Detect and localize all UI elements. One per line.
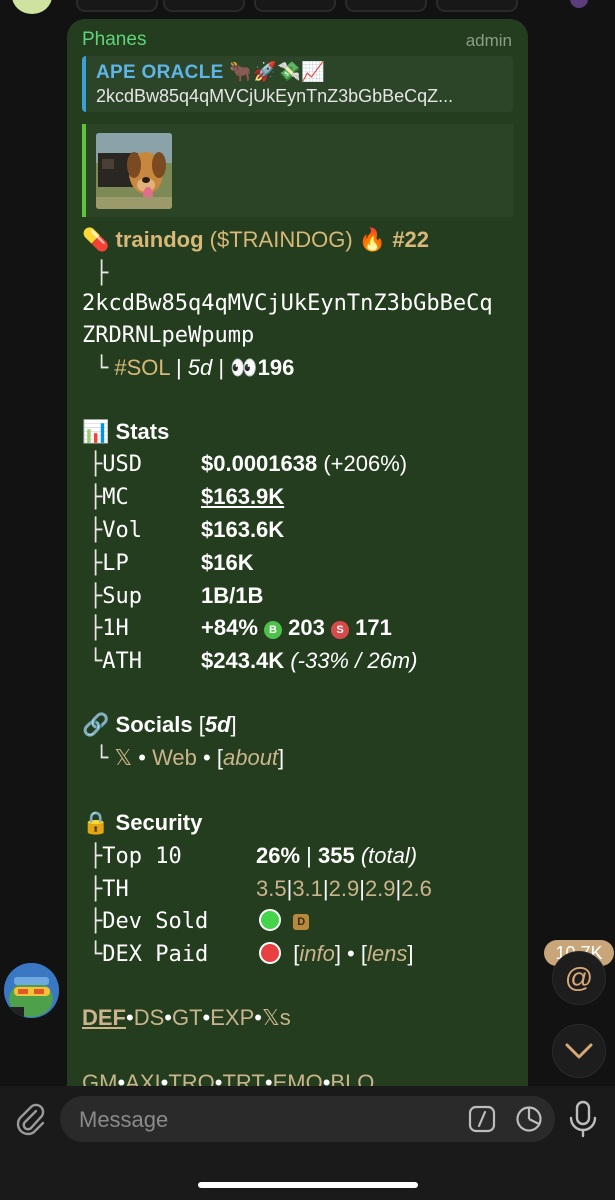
x-search-link[interactable]: 𝕏s	[262, 1005, 291, 1030]
tree-branch: └	[95, 356, 109, 381]
web-link[interactable]: Web	[152, 745, 197, 770]
stat-row-lp: ├LP	[89, 551, 129, 576]
security-row-top10: ├Top 10	[89, 844, 182, 869]
security-dex-paid-value: [info] • [lens]	[259, 941, 413, 967]
link-icon: 🔗	[82, 712, 110, 737]
stat-sup-value: 1B/1B	[201, 583, 264, 608]
security-top10-value: 26% | 355 (total)	[256, 843, 418, 868]
th-link[interactable]: 3.1	[292, 876, 323, 901]
tree-branch: ├	[95, 261, 109, 286]
security-th-values: 3.5|3.1|2.9|2.9|2.6	[256, 876, 432, 901]
message-bubble[interactable]: Phanes admin APE ORACLE 🐂🚀💸📈 2kcdBw85q4q…	[67, 19, 528, 1109]
chevron-down-icon	[565, 1043, 593, 1059]
red-circle-icon	[259, 942, 281, 964]
security-row-dev-sold: ├Dev Sold	[89, 909, 209, 934]
mention-button[interactable]: @	[552, 951, 606, 1005]
sender-avatar[interactable]	[4, 963, 59, 1018]
bot-commands-icon[interactable]	[468, 1105, 496, 1133]
token-address-line-2[interactable]: ZRDRNLpeWpump	[82, 323, 254, 348]
th-link[interactable]: 2.9	[329, 876, 360, 901]
stat-row-1h: ├1H	[89, 616, 129, 641]
reaction-pill[interactable]	[436, 0, 518, 12]
sells-count: 171	[355, 615, 392, 640]
stat-row-sup: ├Sup	[89, 584, 142, 609]
eyes-icon: 👀	[230, 355, 258, 380]
chain-tag-link[interactable]: #SOL	[114, 355, 169, 380]
buys-badge-icon: B	[264, 621, 283, 639]
token-age: 5d	[187, 355, 213, 380]
x-link[interactable]: 𝕏	[114, 745, 132, 770]
lock-icon: 🔒	[82, 810, 110, 835]
link-preview[interactable]	[82, 124, 513, 217]
stat-row-ath: └ATH	[89, 649, 142, 674]
token-meta: └ #SOL | 5d | 👀196	[95, 355, 295, 381]
buys-count: 203	[288, 615, 325, 640]
avatar[interactable]	[12, 0, 52, 14]
stat-1h-value: +84% B 203 S 171	[201, 615, 392, 640]
fire-icon: 🔥	[358, 227, 387, 252]
preview-thumbnail[interactable]	[96, 133, 172, 209]
security-dev-sold-value: D	[259, 908, 310, 934]
th-link[interactable]: 2.9	[365, 876, 396, 901]
def-link[interactable]: DEF	[82, 1005, 126, 1030]
reply-title: APE ORACLE 🐂🚀💸📈	[96, 62, 325, 83]
sender-role: admin	[465, 31, 512, 50]
info-link[interactable]: info	[299, 941, 334, 966]
lens-link[interactable]: lens	[367, 941, 407, 966]
token-ticker: ($TRAINDOG)	[209, 227, 353, 252]
message-input[interactable]: Message	[60, 1096, 555, 1142]
message-placeholder: Message	[79, 1107, 169, 1132]
stat-vol-value: $163.6K	[201, 517, 285, 542]
token-name-link[interactable]: traindog	[116, 227, 204, 252]
security-row-dex-paid: └DEX Paid	[89, 942, 209, 967]
message-composer: Message	[0, 1086, 615, 1200]
green-circle-icon	[259, 909, 281, 931]
at-icon: @	[564, 962, 594, 993]
exp-link[interactable]: EXP	[210, 1005, 254, 1030]
unread-dot	[570, 0, 588, 8]
stat-row-mc: ├MC	[89, 485, 129, 510]
token-rank: #22	[392, 227, 430, 252]
token-address-line-1[interactable]: 2kcdBw85q4qMVCjUkEynTnZ3bGbBeCq	[82, 291, 493, 316]
paperclip-icon[interactable]	[14, 1102, 48, 1136]
pill-icon: 💊	[82, 227, 110, 252]
th-link[interactable]: 2.6	[401, 876, 432, 901]
stat-ath-value: $243.4K (-33% / 26m)	[201, 648, 418, 673]
sticker-icon[interactable]	[515, 1105, 543, 1133]
socials-links: └ 𝕏 • Web • [about]	[95, 745, 285, 771]
stat-mc-link[interactable]: $163.9K	[201, 484, 284, 510]
bar-chart-icon: 📊	[82, 419, 110, 444]
top-strip	[0, 0, 615, 14]
token-header: 💊 traindog ($TRAINDOG) 🔥 #22	[82, 227, 429, 253]
holders-count: 196	[257, 355, 295, 380]
stat-lp-value: $16K	[201, 550, 254, 575]
reaction-pill[interactable]	[76, 0, 158, 12]
ds-link[interactable]: DS	[134, 1005, 165, 1030]
reaction-pill[interactable]	[163, 0, 245, 12]
dev-badge-icon: D	[293, 914, 310, 930]
stat-row-usd: ├USD	[89, 452, 142, 477]
security-row-th: ├TH	[89, 877, 129, 902]
reply-text: 2kcdBw85q4qMVCjUkEynTnZ3bGbBeCqZ...	[96, 86, 454, 106]
tools-links-row: DEF•DS•GT•EXP•𝕏s	[82, 1005, 291, 1030]
about-link[interactable]: about	[223, 745, 278, 770]
stat-usd-value: $0.0001638 (+206%)	[201, 451, 408, 476]
reply-quote[interactable]: APE ORACLE 🐂🚀💸📈 2kcdBw85q4qMVCjUkEynTnZ3…	[82, 56, 513, 112]
security-header: 🔒 Security	[82, 810, 203, 835]
gt-link[interactable]: GT	[172, 1005, 203, 1030]
th-link[interactable]: 3.5	[256, 876, 287, 901]
sender-name[interactable]: Phanes	[82, 29, 146, 51]
stat-row-vol: ├Vol	[89, 518, 142, 543]
scroll-down-button[interactable]	[552, 1024, 606, 1078]
stats-header: 📊 Stats	[82, 419, 170, 444]
sells-badge-icon: S	[330, 621, 349, 639]
reaction-pill[interactable]	[345, 0, 427, 12]
reaction-pill[interactable]	[254, 0, 336, 12]
microphone-icon[interactable]	[566, 1100, 600, 1138]
socials-header: 🔗 Socials [5d]	[82, 712, 237, 737]
home-indicator[interactable]	[198, 1182, 418, 1188]
